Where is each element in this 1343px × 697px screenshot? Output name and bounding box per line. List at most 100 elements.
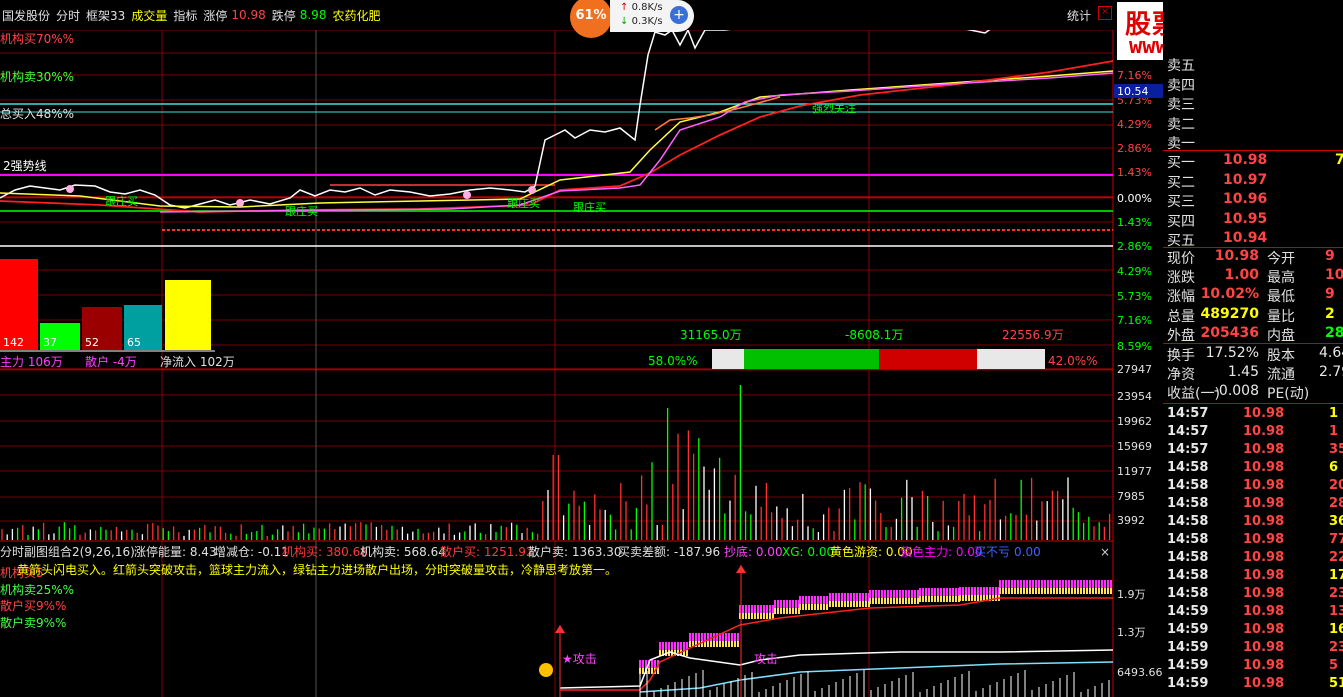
indicator-value: 散户买: 1251.92 (440, 544, 533, 559)
ask-row[interactable]: 卖五 (1163, 55, 1343, 74)
tick-volume: 35 (1329, 442, 1343, 457)
tick-price: 10.98 (1243, 532, 1285, 547)
ask-row[interactable]: 卖二 (1163, 114, 1343, 133)
sub-retail-buy: 散户买9%% (0, 598, 66, 613)
chart-area[interactable]: 142 37 52 65 主力 106万 散户 -4万 净流入 102万 31165.0万 -8… (0, 0, 1163, 697)
tick-price: 10.98 (1243, 424, 1285, 439)
ask-row[interactable]: 卖四 (1163, 75, 1343, 94)
plus-icon[interactable]: + (670, 6, 688, 24)
bid-row[interactable]: 买一 10.98 7 (1163, 152, 1343, 171)
tick-row: 14:58 10.98 17 (1163, 568, 1343, 586)
tick-row: 14:58 10.98 22 (1163, 550, 1343, 568)
volume-axis-label: 7985 (1117, 490, 1145, 503)
volume-tab[interactable]: 成交量 (131, 7, 167, 24)
tick-price: 10.98 (1243, 568, 1285, 583)
tick-price: 10.98 (1243, 442, 1285, 457)
price-axis-label: 0.00% (1117, 192, 1152, 205)
limit-up-label: 涨停 (203, 8, 228, 23)
tick-row: 14:59 10.98 13 (1163, 604, 1343, 622)
bid-row[interactable]: 买四 10.95 (1163, 211, 1343, 230)
upload-rate: ↑ 0.8K/s (620, 2, 663, 13)
tick-row: 14:57 10.98 35 (1163, 442, 1343, 460)
tick-price: 10.98 (1243, 550, 1285, 565)
tick-row: 14:59 10.98 16 (1163, 622, 1343, 640)
arrow-down-icon: ↓ (620, 16, 629, 27)
indicator-value: 涨停能量: 8.43 (134, 544, 217, 559)
total-buy-label: 总买入48%% (0, 107, 74, 121)
tick-price: 10.98 (1243, 478, 1285, 493)
follow-label: 跟庄买 (573, 200, 606, 214)
tick-time: 14:58 (1167, 586, 1209, 601)
bid-price: 10.94 (1223, 230, 1268, 246)
sub-axis-label: 1.3万 (1117, 626, 1146, 639)
bid-row[interactable]: 买三 10.96 (1163, 191, 1343, 210)
quote-value: 205436 (1200, 324, 1259, 341)
quote-value-2: 4.64 (1319, 345, 1343, 361)
price-axis-label: 1.43% (1117, 216, 1152, 229)
price-axis-label: 5.73% (1117, 290, 1152, 303)
tick-volume: 23 (1329, 586, 1343, 601)
frame-tab[interactable]: 框架33 (86, 7, 125, 24)
tick-volume: 1 (1329, 406, 1339, 421)
sector-name[interactable]: 农药化肥 (332, 7, 380, 24)
indicator-close-icon[interactable]: × (1100, 545, 1110, 559)
cpu-percent: 61% (570, 0, 612, 38)
signal-dot (236, 199, 244, 207)
signal-dot (66, 185, 74, 193)
signal-dot (463, 191, 471, 199)
tick-time: 14:58 (1167, 532, 1209, 547)
price-axis-label: 4.29% (1117, 265, 1152, 278)
row-label: 买一 (1167, 155, 1195, 171)
tick-time: 14:58 (1167, 514, 1209, 529)
tick-volume: 13 (1329, 604, 1343, 619)
flow-segment (977, 349, 1045, 369)
tick-time: 14:58 (1167, 550, 1209, 565)
indicator-value: 买不亏 (974, 545, 1010, 559)
net-inflow-label: 净流入 102万 (160, 355, 235, 369)
tick-price: 10.98 (1243, 604, 1285, 619)
close-icon[interactable]: × (1098, 6, 1112, 20)
tick-row: 14:57 10.98 1 (1163, 424, 1343, 442)
indicator-value: 买卖差额: -187.96 (618, 545, 720, 559)
flow-value: 22556.9万 (1002, 328, 1064, 342)
tick-volume: 28 (1329, 496, 1343, 511)
attack-label: ★攻击 (562, 652, 597, 666)
sub-inst-sell: 机构卖25%% (0, 582, 74, 597)
quote-row: 涨幅 10.02% 最低 9 (1163, 286, 1343, 305)
quote-value-2: 2 (1325, 305, 1335, 322)
lightning-icon (539, 663, 553, 677)
bid-row[interactable]: 买二 10.97 (1163, 172, 1343, 191)
price-axis-label: 1.43% (1117, 166, 1152, 179)
tick-row: 14:58 10.98 20 (1163, 478, 1343, 496)
tick-time: 14:57 (1167, 406, 1209, 421)
stats-button[interactable]: 统计 (1067, 7, 1091, 24)
tick-volume: 77 (1329, 532, 1343, 547)
price-highlight-label: 10.54 (1117, 85, 1149, 98)
quote-value-2: 2836 (1325, 324, 1343, 341)
quote-label-2: 最低 (1267, 289, 1295, 306)
flow-segment (744, 349, 879, 369)
upload-rate-value: 0.8K/s (631, 2, 663, 13)
tick-volume: 17 (1329, 568, 1343, 583)
tick-time: 14:58 (1167, 496, 1209, 511)
quote-label-2: 流通 (1267, 367, 1295, 384)
chart-header: 国发股份 分时 框架33 成交量 指标 涨停 10.98 跌停 8.98 农药化… (0, 0, 1115, 30)
quote-value-2: 10 (1325, 267, 1343, 284)
row-label: 卖五 (1167, 58, 1195, 74)
net-speed-badge[interactable]: 61% ↑ 0.8K/s ↓ 0.3K/s + (570, 0, 694, 38)
tick-row: 14:58 10.98 28 (1163, 496, 1343, 514)
indicator-value: 抄底: 0.00 (724, 544, 783, 559)
flow-bar-label: 142 (3, 336, 24, 349)
price-axis-label: 2.86% (1117, 142, 1152, 155)
flow-value: -8608.1万 (845, 328, 903, 342)
stock-name[interactable]: 国发股份 (2, 7, 50, 24)
quote-value: 1.45 (1227, 364, 1259, 381)
indicator-tab[interactable]: 指标 (173, 7, 197, 24)
tick-row: 14:58 10.98 6 (1163, 460, 1343, 478)
mode-tab[interactable]: 分时 (56, 7, 80, 24)
quote-row: 外盘205436内盘2836 (1163, 325, 1343, 344)
follow-label: 跟庄买 (285, 204, 318, 218)
indicator-value: 增减仓: -0.11 (214, 545, 289, 559)
ask-row[interactable]: 卖三 (1163, 94, 1343, 113)
tick-volume: 23 (1329, 640, 1343, 655)
